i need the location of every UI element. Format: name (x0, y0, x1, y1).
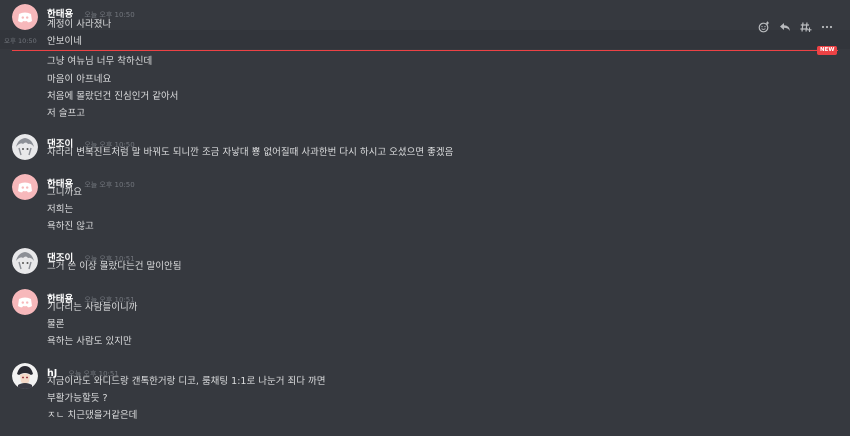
message-text: 계정이 사라졌나 (47, 19, 112, 30)
user-avatar[interactable] (12, 4, 38, 30)
character-avatar-icon (12, 363, 38, 389)
message-text: 마음이 아프네요 (47, 74, 112, 85)
create-thread-icon[interactable] (800, 21, 812, 33)
message-text: 부활가능할듯 ? (47, 393, 108, 404)
new-messages-divider (12, 50, 838, 51)
user-avatar[interactable] (12, 134, 38, 160)
add-reaction-icon[interactable] (758, 21, 770, 33)
message-text: 저희는 (47, 204, 74, 215)
message-timestamp: 오늘 오후 10:50 (84, 181, 135, 189)
message-text: 욕하는 사람도 있지만 (47, 336, 132, 347)
message-text: 물론 (47, 319, 65, 330)
discord-logo-icon (12, 289, 38, 315)
user-avatar[interactable] (12, 363, 38, 389)
anime-character-avatar-icon (12, 134, 38, 160)
message-text: 그거 쓴 이상 몰랐다는건 말이안됨 (47, 261, 182, 272)
message-text: 기다리는 사람들이니까 (47, 302, 138, 313)
message-actions-toolbar (758, 18, 833, 36)
message-text: 욕하진 않고 (47, 221, 94, 232)
message-text: ㅈㄴ 치근댔을거같은데 (47, 410, 138, 421)
user-avatar[interactable] (12, 174, 38, 200)
message-text: 처음에 몰랐던건 진심인거 같아서 (47, 91, 179, 102)
message-text: 그냥 여뉴님 너무 착하신데 (47, 56, 153, 67)
more-icon[interactable] (821, 21, 833, 33)
message-text: 저 슬프고 (47, 108, 85, 119)
message-text: 지금이라도 와디드랑 갠톡한거랑 디코, 룸채팅 1:1로 나눈거 죄다 까면 (47, 376, 326, 387)
reply-icon[interactable] (779, 21, 791, 33)
message-text: 안보이네 (47, 36, 82, 47)
hovered-message-background (0, 30, 850, 49)
user-avatar[interactable] (12, 248, 38, 274)
hover-timestamp: 오후 10:50 (4, 37, 37, 45)
anime-character-avatar-icon (12, 248, 38, 274)
message-text: 차라리 변복진트처럼 말 바꿔도 되니깐 조금 자낳대 뿅 없어질때 사과한번 … (47, 147, 454, 158)
message-text: 그니까요 (47, 187, 82, 198)
discord-logo-icon (12, 174, 38, 200)
new-badge: NEW (817, 46, 838, 55)
discord-logo-icon (12, 4, 38, 30)
user-avatar[interactable] (12, 289, 38, 315)
